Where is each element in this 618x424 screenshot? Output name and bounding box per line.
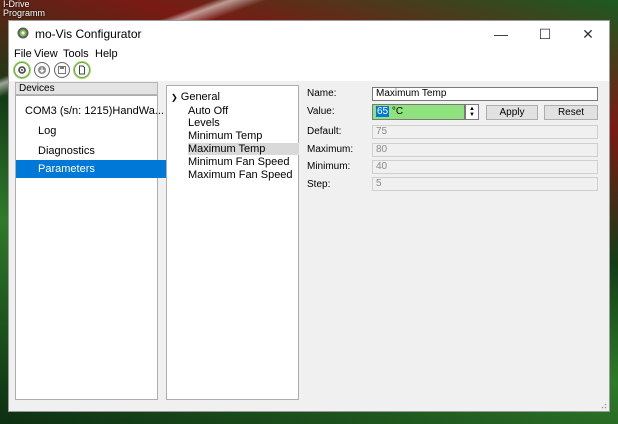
spinner-down-icon[interactable]: ▼	[469, 112, 475, 118]
save-icon	[58, 66, 66, 74]
tree-item-maximum-fan-speed[interactable]: Maximum Fan Speed	[188, 169, 299, 181]
maximum-field: 80	[372, 143, 598, 157]
close-button[interactable]: ✕	[566, 21, 610, 47]
default-label: Default:	[307, 126, 342, 137]
name-label: Name:	[307, 88, 337, 99]
value-spinner[interactable]: ▲ ▼	[465, 104, 479, 120]
device-item-com3[interactable]: COM3 (s/n: 1215)HandWa...	[16, 102, 166, 120]
menu-tools[interactable]: Tools	[63, 47, 89, 61]
download-icon	[38, 66, 46, 74]
desktop-shortcut-label[interactable]: I-Drive Programm	[3, 0, 45, 18]
device-item-parameters[interactable]: Parameters	[16, 160, 179, 178]
toolbar	[9, 61, 609, 81]
menu-view[interactable]: View	[34, 47, 58, 61]
resize-grip-icon[interactable]	[599, 401, 607, 409]
tree-item-minimum-fan-speed[interactable]: Minimum Fan Speed	[188, 156, 299, 168]
minimize-button[interactable]: —	[479, 21, 523, 47]
devices-panel-header: Devices	[15, 82, 158, 95]
tree-item-auto-off[interactable]: Auto Off	[188, 105, 299, 117]
reset-button[interactable]: Reset	[544, 105, 598, 120]
app-logo-icon	[17, 27, 29, 39]
document-icon	[79, 65, 85, 75]
step-label: Step:	[307, 179, 331, 190]
menu-help[interactable]: Help	[95, 47, 118, 61]
devices-list: COM3 (s/n: 1215)HandWa... Log Diagnostic…	[15, 95, 179, 400]
download-button[interactable]	[34, 62, 50, 78]
name-field[interactable]: Maximum Temp	[372, 87, 598, 101]
tree-item-maximum-temp[interactable]: Maximum Temp	[188, 143, 299, 155]
apply-button[interactable]: Apply	[486, 105, 538, 120]
device-item-log[interactable]: Log	[16, 122, 179, 140]
default-field: 75	[372, 125, 598, 139]
tree-item-levels[interactable]: Levels	[188, 117, 299, 129]
tree-root-general[interactable]: ❯ General	[171, 91, 220, 104]
minimum-field: 40	[372, 160, 598, 174]
title-bar[interactable]: mo-Vis Configurator — ☐ ✕	[9, 21, 609, 47]
connect-button[interactable]	[14, 62, 30, 78]
document-button[interactable]	[74, 62, 90, 78]
value-number: 65	[376, 106, 390, 117]
value-label: Value:	[307, 106, 335, 117]
save-button[interactable]	[54, 62, 70, 78]
window-title: mo-Vis Configurator	[35, 27, 142, 41]
chevron-down-icon[interactable]: ❯	[171, 93, 178, 102]
connect-gear-icon	[18, 66, 26, 74]
maximum-label: Maximum:	[307, 144, 354, 155]
value-input[interactable]: 65 °C	[372, 104, 465, 120]
menu-file[interactable]: File	[14, 47, 32, 61]
maximize-button[interactable]: ☐	[523, 21, 567, 47]
tree-item-minimum-temp[interactable]: Minimum Temp	[188, 130, 299, 142]
device-item-diagnostics[interactable]: Diagnostics	[16, 142, 179, 160]
value-unit: °C	[391, 106, 404, 117]
parameter-tree: ❯ General Auto Off Levels Minimum Temp M…	[166, 85, 299, 400]
menu-bar: File View Tools Help	[9, 47, 609, 61]
app-window: mo-Vis Configurator — ☐ ✕ File View Tool…	[8, 20, 610, 412]
step-field: 5	[372, 177, 598, 191]
minimum-label: Minimum:	[307, 161, 351, 172]
